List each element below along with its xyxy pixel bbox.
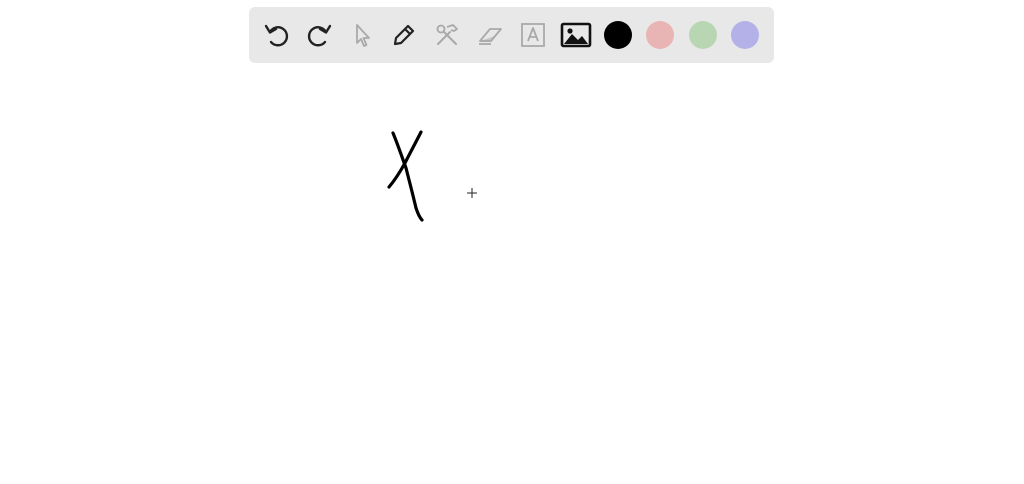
handwritten-strokes	[387, 130, 424, 222]
whiteboard-canvas[interactable]	[0, 0, 1024, 484]
handwritten-x-stroke-2	[387, 130, 423, 189]
crosshair-cursor-icon	[467, 188, 477, 198]
